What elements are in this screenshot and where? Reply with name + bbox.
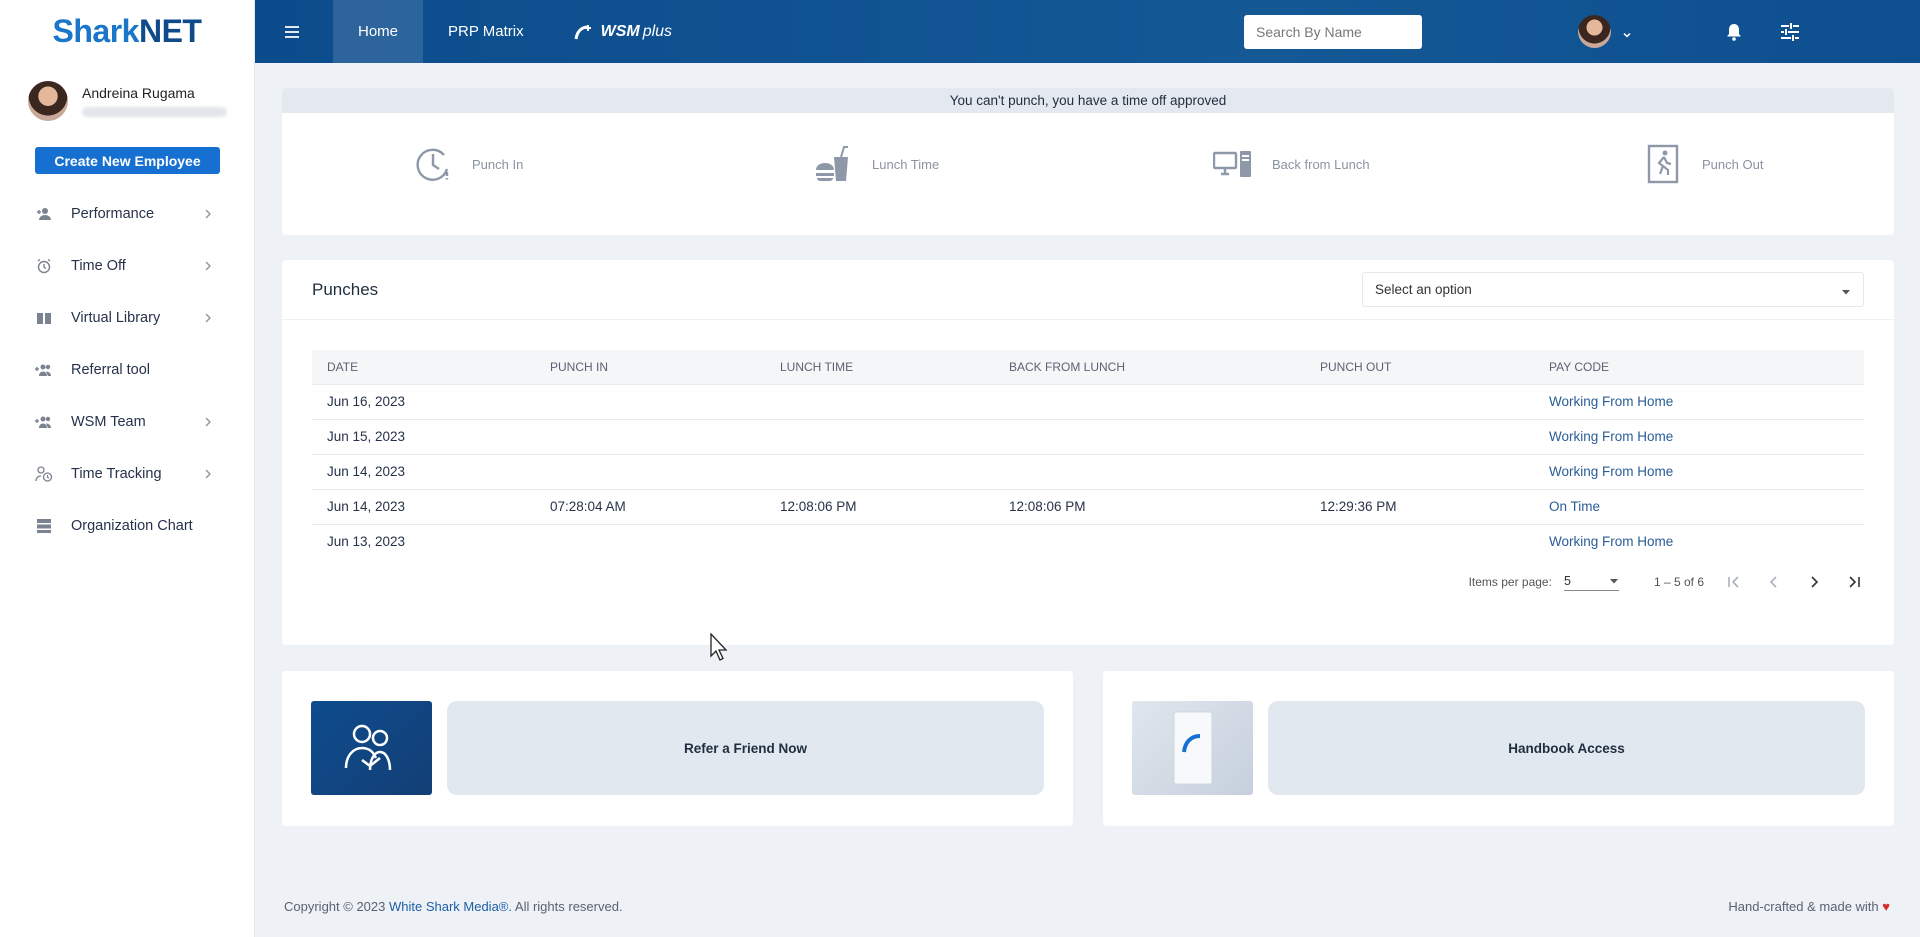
handbook-illustration [1132,701,1253,795]
column-header-pay-code[interactable]: PAY CODE [1534,350,1864,384]
lunch-time-action[interactable]: Lunch Time [812,143,939,185]
top-navbar: Home PRP Matrix WSM plus [255,0,1920,63]
punch-disabled-banner: You can't punch, you have a time off app… [282,88,1894,113]
sidebar-menu: Performance Time Off Virtual Library Ref… [0,188,254,552]
table-row[interactable]: Jun 13, 2023 Working From Home [312,523,1864,559]
create-new-employee-button[interactable]: Create New Employee [35,147,220,174]
table-row[interactable]: Jun 14, 2023 07:28:04 AM 12:08:06 PM 12:… [312,488,1864,524]
chevron-right-icon [202,208,214,220]
handbook-card: Handbook Access [1103,671,1894,826]
person-clock-icon [35,465,53,483]
table-row[interactable]: Jun 16, 2023 Working From Home [312,383,1864,419]
sidebar-item-performance[interactable]: Performance [0,188,254,240]
punches-card: Punches Select an option DATE PUNCH IN L… [282,260,1894,645]
wsm-arc-icon [574,24,591,39]
tab-prp-matrix[interactable]: PRP Matrix [423,0,549,63]
punches-filter-select[interactable]: Select an option [1362,272,1864,307]
user-profile[interactable]: Andreina Rugama [0,63,254,125]
group-add-icon [35,361,53,379]
chevron-right-icon [202,416,214,428]
sidebar-item-time-tracking[interactable]: Time Tracking [0,448,254,500]
caret-down-icon [1841,285,1851,295]
mouse-cursor-icon [710,633,728,661]
paginator: Items per page: 5 1 – 5 of 6 [1469,572,1864,592]
heart-icon: ♥ [1882,899,1890,914]
page-range: 1 – 5 of 6 [1653,575,1704,589]
group-icon [35,413,53,431]
sidebar-item-organization-chart[interactable]: Organization Chart [0,500,254,552]
tab-home[interactable]: Home [333,0,424,63]
punch-out-action[interactable]: Punch Out [1642,143,1763,185]
punch-in-action[interactable]: Punch In [412,143,523,185]
company-link[interactable]: White Shark Media®. [389,899,512,914]
handbook-access-button[interactable]: Handbook Access [1268,701,1865,795]
footer-made-with: Hand-crafted & made with ♥ [1728,899,1890,914]
previous-page-icon[interactable] [1764,572,1784,592]
caret-down-icon [1609,578,1618,583]
sidebar-item-referral-tool[interactable]: Referral tool [0,344,254,396]
column-header-date[interactable]: DATE [312,350,535,384]
column-header-punch-out[interactable]: PUNCH OUT [1305,350,1534,384]
chevron-right-icon [202,468,214,480]
refer-friend-illustration [311,701,432,795]
sidebar: Shark NET Andreina Rugama Create New Empl… [0,0,255,937]
user-email-blurred [82,107,227,117]
search-by-name-input[interactable] [1244,15,1422,49]
refer-friend-button[interactable]: Refer a Friend Now [447,701,1044,795]
book-icon [35,309,53,327]
chevron-down-icon[interactable] [1622,27,1632,38]
user-avatar-menu[interactable] [1578,15,1611,48]
punch-card: You can't punch, you have a time off app… [282,88,1894,235]
wsm-plus-logo[interactable]: WSM plus [573,23,672,41]
last-page-icon[interactable] [1844,572,1864,592]
computer-icon [1212,143,1254,185]
hamburger-menu-icon[interactable] [274,14,310,50]
column-header-lunch-time[interactable]: LUNCH TIME [765,350,994,384]
column-header-punch-in[interactable]: PUNCH IN [535,350,765,384]
settings-sliders-icon[interactable] [1778,20,1802,44]
punches-title: Punches [312,279,379,299]
items-per-page-label: Items per page: [1468,575,1552,589]
next-page-icon[interactable] [1804,572,1824,592]
sidebar-item-virtual-library[interactable]: Virtual Library [0,292,254,344]
items-per-page-select[interactable]: 5 [1563,574,1619,591]
first-page-icon[interactable] [1724,572,1744,592]
user-avatar [28,81,68,121]
punches-table: DATE PUNCH IN LUNCH TIME BACK FROM LUNCH… [312,350,1864,559]
chevron-right-icon [202,312,214,324]
column-header-back-from-lunch[interactable]: BACK FROM LUNCH [994,350,1305,384]
alarm-clock-icon [35,257,53,275]
sidebar-item-wsm-team[interactable]: WSM Team [0,396,254,448]
clock-icon [412,143,454,185]
table-row[interactable]: Jun 14, 2023 Working From Home [312,453,1864,489]
sidebar-item-time-off[interactable]: Time Off [0,240,254,292]
exit-icon [1642,143,1684,185]
chevron-right-icon [202,260,214,272]
refer-friend-card: Refer a Friend Now [282,671,1073,826]
bell-icon[interactable] [1722,20,1746,44]
table-row[interactable]: Jun 15, 2023 Working From Home [312,418,1864,454]
lunch-icon [812,143,854,185]
user-name: Andreina Rugama [82,85,195,101]
back-from-lunch-action[interactable]: Back from Lunch [1212,143,1370,185]
sharknet-logo[interactable]: Shark NET [0,0,254,63]
footer-copyright: Copyright © 2023 White Shark Media®. All… [284,899,623,914]
person-add-icon [35,205,53,223]
server-icon [35,517,53,535]
